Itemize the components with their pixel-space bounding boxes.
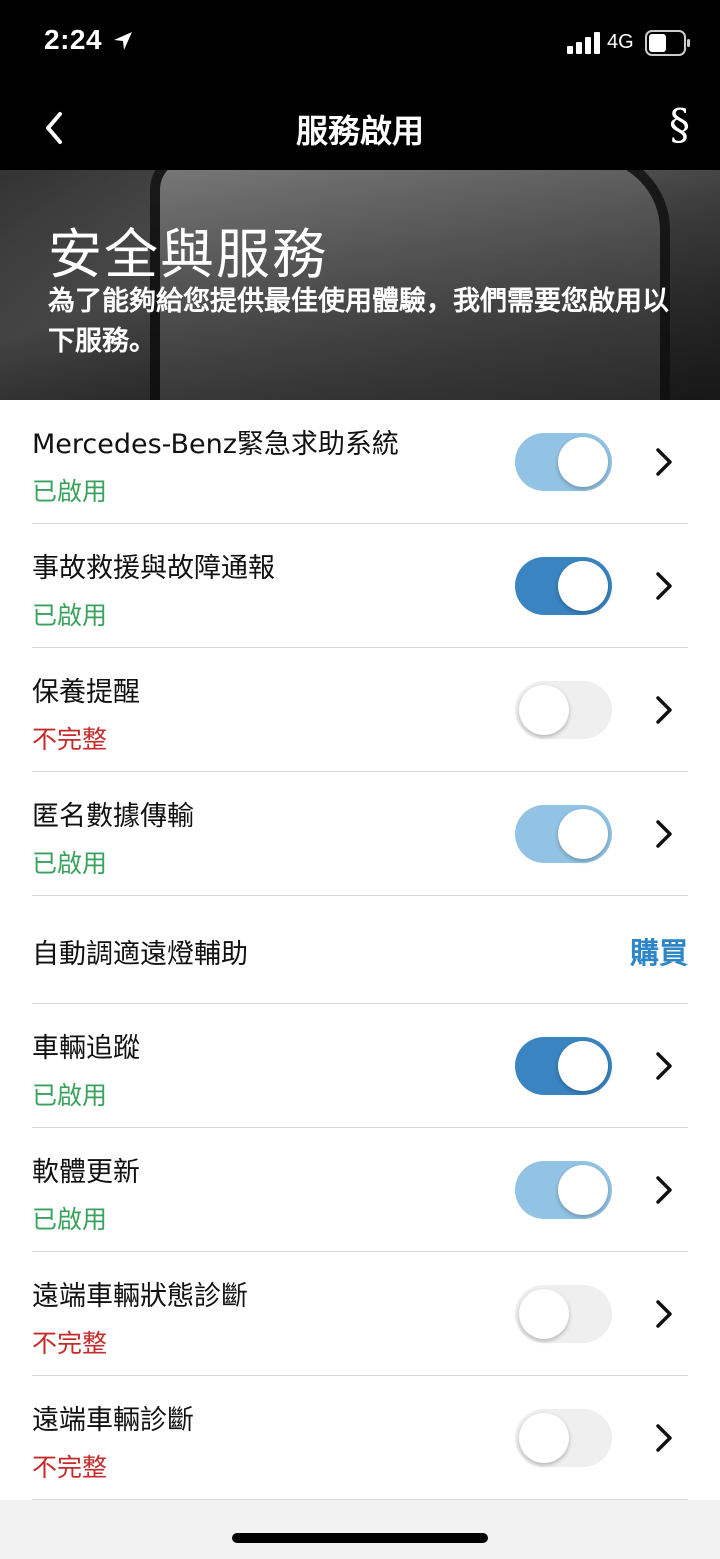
chevron-right-icon[interactable] (652, 1421, 676, 1455)
service-status: 不完整 (32, 1453, 108, 1482)
legal-section-button[interactable]: § (669, 100, 690, 149)
nav-bar: 服務啟用 § (0, 88, 720, 170)
hero-subtitle: 為了能夠給您提供最佳使用體驗，我們需要您啟用以下服務。 (48, 286, 669, 357)
service-toggle[interactable] (515, 557, 612, 615)
battery-icon (645, 30, 690, 56)
service-toggle[interactable] (515, 805, 612, 863)
service-row-adaptive-highbeam: 自動調適遠燈輔助 購買 (32, 896, 688, 1004)
service-status: 已啟用 (32, 601, 108, 630)
service-toggle[interactable] (515, 1285, 612, 1343)
service-title: 遠端車輛診斷 (32, 1405, 194, 1436)
home-indicator[interactable] (232, 1533, 488, 1543)
hero-title: 安全與服務 (48, 223, 328, 286)
page-title: 服務啟用 (295, 112, 424, 150)
buy-link[interactable]: 購買 (630, 930, 688, 972)
service-title: Mercedes-Benz緊急求助系統 (32, 429, 399, 460)
service-toggle[interactable] (515, 1037, 612, 1095)
service-toggle[interactable] (515, 433, 612, 491)
service-status: 已啟用 (32, 1205, 108, 1234)
network-type: 4G (607, 31, 634, 53)
bottom-safe-area (0, 1500, 720, 1559)
service-row-vehicle-tracking[interactable]: 車輛追蹤 已啟用 (32, 1004, 688, 1128)
service-row-maintenance-reminder[interactable]: 保養提醒 不完整 (32, 648, 688, 772)
service-row-remote-status-diagnosis[interactable]: 遠端車輛狀態診斷 不完整 (32, 1252, 688, 1376)
service-row-software-update[interactable]: 軟體更新 已啟用 (32, 1128, 688, 1252)
chevron-right-icon[interactable] (652, 445, 676, 479)
cellular-signal-icon (567, 32, 600, 54)
chevron-right-icon[interactable] (652, 693, 676, 727)
service-title: 保養提醒 (32, 677, 140, 708)
service-title: 車輛追蹤 (32, 1033, 140, 1064)
service-title: 匿名數據傳輸 (32, 801, 194, 832)
service-row-emergency-call[interactable]: Mercedes-Benz緊急求助系統 已啟用 (32, 400, 688, 524)
service-status: 已啟用 (32, 1081, 108, 1110)
status-bar: 2:24 4G (0, 0, 720, 88)
service-title: 遠端車輛狀態診斷 (32, 1281, 248, 1312)
chevron-right-icon[interactable] (652, 1049, 676, 1083)
service-status: 已啟用 (32, 477, 108, 506)
service-status: 不完整 (32, 1329, 108, 1358)
services-list: Mercedes-Benz緊急求助系統 已啟用 事故救援與故障通報 已啟用 保養… (0, 400, 720, 1500)
service-title: 軟體更新 (32, 1157, 140, 1188)
location-arrow-icon (114, 32, 132, 50)
service-status: 不完整 (32, 725, 108, 754)
service-toggle[interactable] (515, 681, 612, 739)
hero-banner: 安全與服務 為了能夠給您提供最佳使用體驗，我們需要您啟用以下服務。 (0, 170, 720, 400)
chevron-right-icon[interactable] (652, 1297, 676, 1331)
chevron-right-icon[interactable] (652, 1173, 676, 1207)
service-title: 自動調適遠燈輔助 (32, 939, 248, 970)
service-row-anonymous-data[interactable]: 匿名數據傳輸 已啟用 (32, 772, 688, 896)
status-time: 2:24 (44, 24, 103, 55)
service-row-accident-breakdown[interactable]: 事故救援與故障通報 已啟用 (32, 524, 688, 648)
service-row-remote-diagnosis[interactable]: 遠端車輛診斷 不完整 (32, 1376, 688, 1500)
service-title: 事故救援與故障通報 (32, 553, 275, 584)
service-toggle[interactable] (515, 1161, 612, 1219)
chevron-right-icon[interactable] (652, 817, 676, 851)
service-toggle[interactable] (515, 1409, 612, 1467)
chevron-right-icon[interactable] (652, 569, 676, 603)
service-status: 已啟用 (32, 849, 108, 878)
